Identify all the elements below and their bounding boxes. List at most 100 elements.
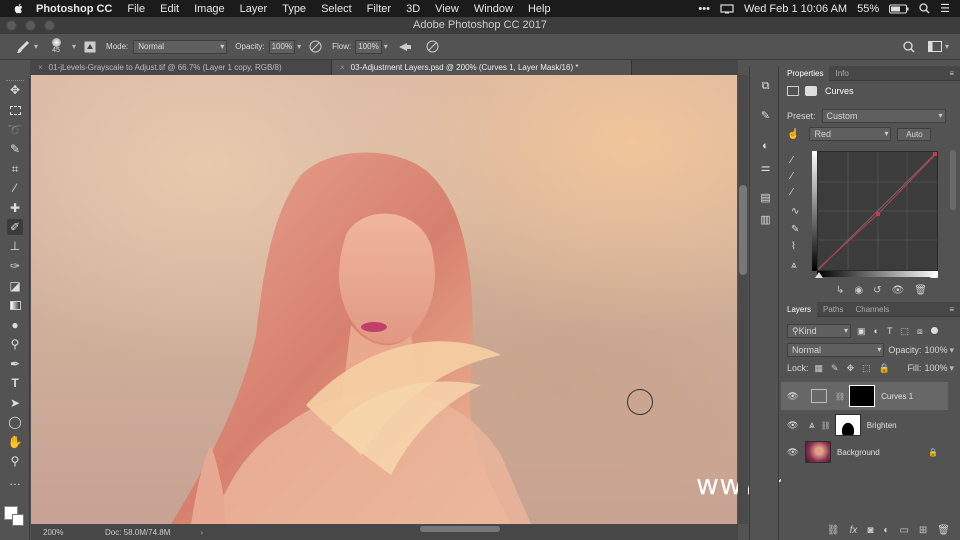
layer-mask-thumbnail[interactable] <box>834 414 861 436</box>
healing-brush-tool-icon[interactable]: ✚ <box>7 200 23 216</box>
tab-layers[interactable]: Layers <box>781 301 818 317</box>
reset-icon[interactable]: ↺ <box>873 285 881 296</box>
fill-value[interactable]: 100% <box>924 363 947 373</box>
quick-selection-tool-icon[interactable]: ✎ <box>7 141 23 157</box>
lock-transparent-icon[interactable]: ▦ <box>815 363 824 374</box>
move-tool-icon[interactable]: ✥ <box>7 82 23 98</box>
chevron-down-icon[interactable]: ▾ <box>384 42 388 51</box>
menu-window[interactable]: Window <box>474 3 513 15</box>
gray-point-eyedropper-icon[interactable]: ⁄ <box>791 171 803 183</box>
battery-icon[interactable] <box>889 4 909 14</box>
brush-size-picker[interactable]: 45 <box>46 36 66 58</box>
clock[interactable]: Wed Feb 1 10:06 AM <box>744 3 847 15</box>
brush-panel-icon[interactable]: ✎ <box>759 110 772 123</box>
menu-view[interactable]: View <box>435 3 459 15</box>
link-icon[interactable]: ⛓ <box>821 421 831 430</box>
brush-panel-icon[interactable] <box>84 41 96 53</box>
pencil-draw-icon[interactable]: ✎ <box>791 224 803 236</box>
mask-icon[interactable] <box>805 86 817 96</box>
layer-thumbnail[interactable] <box>805 441 831 463</box>
document-canvas[interactable] <box>31 75 737 524</box>
view-previous-icon[interactable]: ◉ <box>854 285 863 296</box>
zoom-window-button[interactable] <box>44 20 55 31</box>
fx-icon[interactable]: fx <box>850 525 858 536</box>
search-icon[interactable] <box>903 40 915 53</box>
brush-tool-icon[interactable]: ✐ <box>7 219 23 235</box>
menu-app-name[interactable]: Photoshop CC <box>36 3 112 15</box>
apple-icon[interactable] <box>14 3 24 14</box>
type-tool-icon[interactable]: T <box>7 375 23 391</box>
menu-type[interactable]: Type <box>282 3 306 15</box>
chevron-down-icon[interactable]: ▾ <box>949 345 954 356</box>
filter-kind-dropdown[interactable]: ⚲Kind <box>787 324 851 338</box>
history-panel-icon[interactable]: ⧉ <box>759 80 772 93</box>
menu-filter[interactable]: Filter <box>367 3 391 15</box>
visibility-eye-icon[interactable]: 👁 <box>787 391 799 402</box>
channel-dropdown[interactable]: Red <box>809 127 892 141</box>
delete-icon[interactable]: 🗑 <box>914 285 927 296</box>
clipping-warning-icon[interactable]: ⩓ <box>791 260 803 272</box>
minimize-window-button[interactable] <box>25 20 36 31</box>
layer-comps-icon[interactable]: ▤ <box>759 192 772 205</box>
opacity-input[interactable]: 100% <box>268 39 296 54</box>
airbrush-icon[interactable] <box>398 41 412 53</box>
crop-tool-icon[interactable]: ⌗ <box>7 161 23 177</box>
eraser-tool-icon[interactable]: ◪ <box>7 278 23 294</box>
visibility-eye-icon[interactable]: 👁 <box>787 447 799 458</box>
more-tools-icon[interactable]: … <box>7 473 23 489</box>
menu-select[interactable]: Select <box>321 3 352 15</box>
clip-to-layer-icon[interactable]: ↳ <box>836 285 844 296</box>
horizontal-scroll-thumb[interactable] <box>420 526 500 532</box>
close-window-button[interactable] <box>6 20 17 31</box>
lock-artboard-icon[interactable]: ⬚ <box>862 363 871 374</box>
chevron-down-icon[interactable]: ▾ <box>297 42 301 51</box>
opacity-value[interactable]: 100% <box>924 345 947 355</box>
tab-document-1[interactable]: × 01-jLevels-Grayscale to Adjust.tif @ 66… <box>30 60 332 75</box>
layer-name[interactable]: Curves 1 <box>881 392 913 401</box>
ellipse-tool-icon[interactable]: ◯ <box>7 414 23 430</box>
tab-channels[interactable]: Channels <box>849 302 895 317</box>
layer-name[interactable]: Brighten <box>867 421 897 430</box>
blend-mode-dropdown[interactable]: Normal <box>787 343 885 357</box>
lock-position-icon[interactable]: ✥ <box>847 363 855 374</box>
marquee-tool-icon[interactable] <box>7 102 23 118</box>
brush-tool-preset-icon[interactable] <box>16 40 30 54</box>
tab-info[interactable]: Info <box>829 66 854 81</box>
auto-button[interactable]: Auto <box>897 127 932 141</box>
hand-tool-icon[interactable]: ✋ <box>7 434 23 450</box>
add-mask-icon[interactable]: ◙ <box>867 525 873 536</box>
layer-name[interactable]: Background <box>837 448 880 457</box>
close-tab-icon[interactable]: × <box>38 63 43 72</box>
display-icon[interactable] <box>720 3 734 14</box>
delete-layer-icon[interactable]: 🗑 <box>937 525 950 536</box>
tab-paths[interactable]: Paths <box>817 302 849 317</box>
link-icon[interactable]: ⛓ <box>835 392 845 401</box>
tab-properties[interactable]: Properties <box>781 65 830 81</box>
lock-image-icon[interactable]: ✎ <box>831 363 839 374</box>
spotlight-search-icon[interactable] <box>919 3 930 14</box>
flow-input[interactable]: 100% <box>355 39 382 54</box>
chevron-down-icon[interactable]: ▾ <box>949 363 954 374</box>
black-point-eyedropper-icon[interactable]: ⁄ <box>791 155 803 167</box>
new-group-icon[interactable]: ▭ <box>899 525 908 536</box>
menu-file[interactable]: File <box>127 3 145 15</box>
white-point-eyedropper-icon[interactable]: ⁄ <box>791 187 803 199</box>
menu-edit[interactable]: Edit <box>160 3 179 15</box>
curve-edit-icon[interactable]: ∿ <box>791 206 803 218</box>
tab-document-2[interactable]: × 03-Adjustment Layers.psd @ 200% (Curves… <box>332 60 632 75</box>
lock-all-icon[interactable]: 🔒 <box>879 363 890 374</box>
vertical-scrollbar[interactable] <box>738 75 748 524</box>
visibility-icon[interactable]: 👁 <box>892 285 905 296</box>
type-filter-icon[interactable]: T <box>887 326 893 337</box>
link-layers-icon[interactable]: ⛓ <box>827 525 840 536</box>
menu-layer[interactable]: Layer <box>240 3 268 15</box>
menu-3d[interactable]: 3D <box>406 3 420 15</box>
curves-graph[interactable] <box>817 151 938 271</box>
eyedropper-tool-icon[interactable]: ⁄ <box>7 180 23 196</box>
notification-list-icon[interactable]: ☰ <box>940 2 950 15</box>
panel-menu-icon[interactable]: ≡ <box>949 69 954 78</box>
white-slider-handle[interactable] <box>930 272 938 278</box>
pressure-opacity-icon[interactable] <box>309 40 322 53</box>
zoom-level[interactable]: 200% <box>43 528 93 537</box>
new-adjustment-icon[interactable]: ◐ <box>883 525 889 536</box>
